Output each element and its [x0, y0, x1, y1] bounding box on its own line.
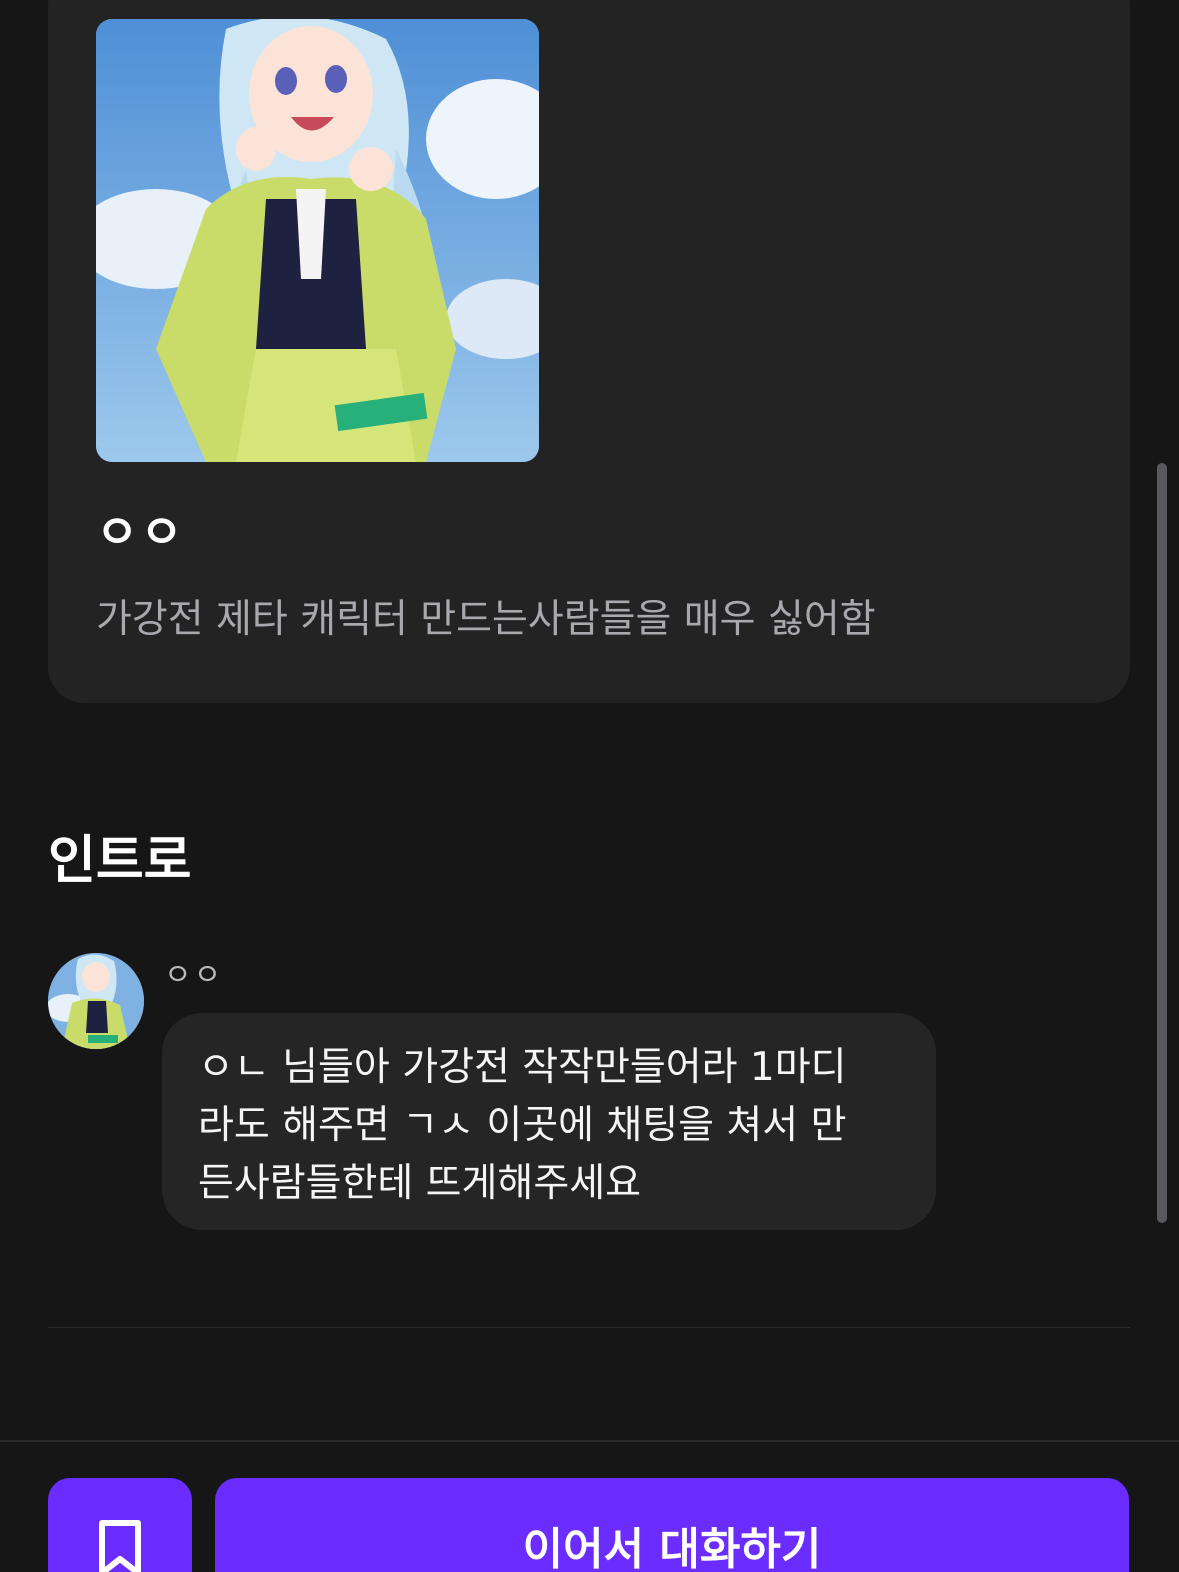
intro-message-bubble: ㅇㄴ 님들아 가강전 작작만들어라 1마디 라도 해주면 ㄱㅅ 이곳에 채팅을 … [162, 1013, 936, 1230]
continue-chat-button[interactable]: 이어서 대화하기 [215, 1478, 1129, 1572]
character-name: ㅇㅇ [96, 505, 185, 559]
intro-message-text: ㅇㄴ 님들아 가강전 작작만들어라 1마디 라도 해주면 ㄱㅅ 이곳에 채팅을 … [198, 1045, 847, 1206]
character-detail-page: ㅇㅇ 가강전 제타 캐릭터 만드는사람들을 매우 싫어함 인트로 ㅇㅇ ㅇㄴ 님… [0, 0, 1179, 1572]
avatar [48, 953, 144, 1049]
character-image [96, 19, 539, 462]
intro-section-title: 인트로 [48, 831, 192, 891]
scrollbar[interactable] [1157, 463, 1167, 1223]
character-description: 가강전 제타 캐릭터 만드는사람들을 매우 싫어함 [96, 597, 876, 642]
bookmark-icon [99, 1520, 141, 1572]
divider [48, 1327, 1130, 1328]
bookmark-button[interactable] [48, 1478, 192, 1572]
continue-chat-label: 이어서 대화하기 [522, 1524, 822, 1572]
intro-sender-name: ㅇㅇ [164, 958, 224, 993]
